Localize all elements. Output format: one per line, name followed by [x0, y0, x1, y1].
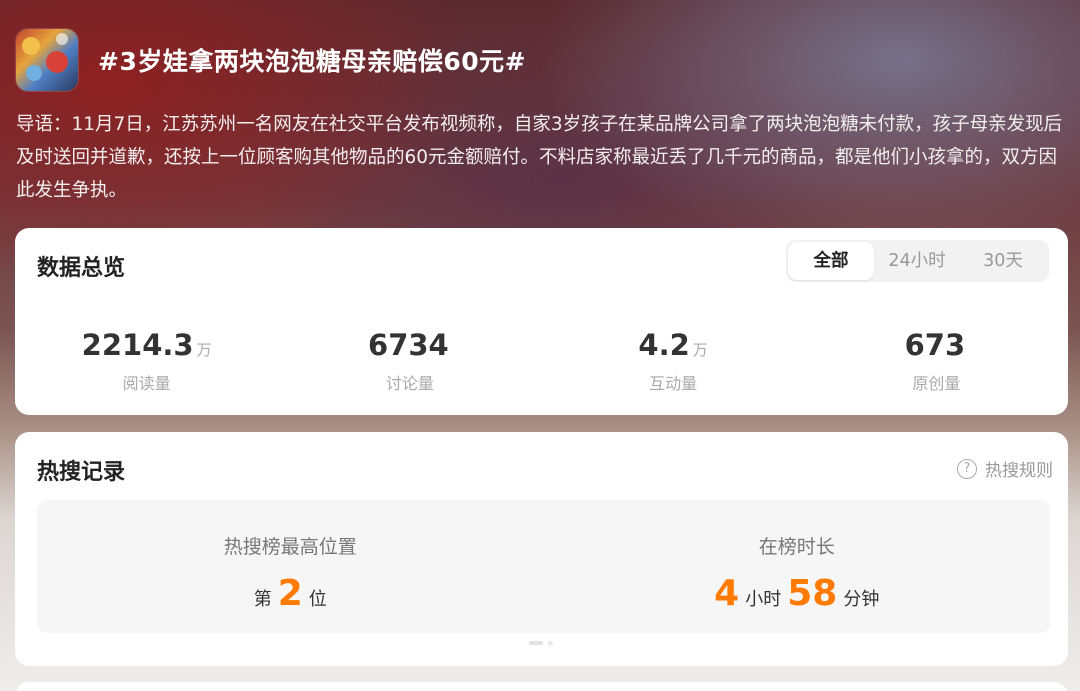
tab-all[interactable]: 全部 — [788, 242, 874, 280]
stat-interactions-unit: 万 — [692, 341, 708, 359]
next-card — [15, 682, 1068, 691]
question-circle-icon: ? — [957, 458, 977, 479]
stats-row: 2214.3 万 阅读量 6734 讨论量 4.2 万 互动量 673 原创量 — [15, 328, 1068, 394]
stat-reads-label: 阅读量 — [122, 374, 171, 393]
stat-interactions-label: 互动量 — [649, 374, 698, 393]
stat-reads: 2214.3 万 阅读量 — [15, 328, 278, 394]
time-on-list-label: 在榜时长 — [758, 536, 835, 558]
tab-24h[interactable]: 24小时 — [874, 242, 960, 280]
tab-30d[interactable]: 30天 — [960, 242, 1046, 280]
time-range-segmented-control: 全部 24小时 30天 — [786, 240, 1049, 282]
duration-minutes-unit: 分钟 — [843, 589, 880, 610]
stat-originals-value: 673 — [904, 328, 966, 362]
data-overview-title: 数据总览 — [37, 256, 126, 281]
stat-interactions: 4.2 万 互动量 — [542, 328, 805, 394]
hot-search-stats-panel[interactable]: 热搜榜最高位置 第2位 在榜时长 4 小时 58 分钟 — [37, 500, 1050, 633]
duration-hours-unit: 小时 — [745, 589, 782, 610]
hot-search-rules-link[interactable]: ? 热搜规则 — [957, 456, 1053, 481]
hot-search-card: 热搜记录 ? 热搜规则 热搜榜最高位置 第2位 在榜时长 4 小时 58 分钟 — [15, 432, 1068, 666]
data-overview-card: 数据总览 全部 24小时 30天 2214.3 万 阅读量 6734 讨论量 4.… — [15, 228, 1068, 415]
time-on-list: 在榜时长 4 小时 58 分钟 — [544, 500, 1051, 633]
stat-reads-value: 2214.3 — [81, 328, 194, 362]
stat-originals: 673 原创量 — [805, 328, 1068, 394]
hot-search-title: 热搜记录 — [37, 460, 126, 485]
highest-position: 热搜榜最高位置 第2位 — [37, 500, 544, 633]
carousel-dot-active — [529, 641, 543, 645]
topic-header: #3岁娃拿两块泡泡糖母亲赔偿60元# — [16, 28, 526, 92]
duration-hours: 4 — [714, 573, 740, 614]
hot-search-rules-label: 热搜规则 — [985, 461, 1053, 481]
highest-position-suffix: 位 — [308, 589, 327, 610]
stat-interactions-value: 4.2 — [638, 328, 690, 362]
topic-intro: 导语：11月7日，江苏苏州一名网友在社交平台发布视频称，自家3岁孩子在某品牌公司… — [16, 114, 1063, 201]
stat-originals-label: 原创量 — [912, 374, 961, 393]
topic-title: #3岁娃拿两块泡泡糖母亲赔偿60元# — [98, 47, 527, 76]
highest-position-label: 热搜榜最高位置 — [223, 536, 357, 558]
stat-discussions: 6734 讨论量 — [278, 328, 541, 394]
highest-position-prefix: 第 — [253, 589, 272, 610]
carousel-indicator — [529, 641, 553, 645]
duration-minutes: 58 — [787, 573, 838, 614]
stat-discussions-label: 讨论量 — [385, 374, 434, 393]
stat-reads-unit: 万 — [196, 341, 212, 359]
stat-discussions-value: 6734 — [368, 328, 449, 362]
highest-position-value: 2 — [277, 573, 303, 614]
carousel-dot — [548, 641, 553, 645]
topic-thumbnail[interactable] — [16, 29, 78, 91]
